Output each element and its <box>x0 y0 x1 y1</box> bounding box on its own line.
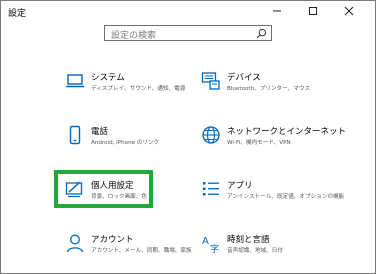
tile-phone[interactable]: 電話 Android, iPhone のリンク <box>65 125 175 161</box>
phone-icon <box>69 125 81 145</box>
tile-apps-title: アプリ <box>227 181 253 191</box>
svg-text:A: A <box>202 236 209 247</box>
laptop-icon <box>66 74 84 88</box>
tile-network-desc: Wi-Fi、機内モード、VPN <box>227 140 291 146</box>
tile-devices-title: デバイス <box>227 73 261 83</box>
tile-system-title: システム <box>91 73 125 83</box>
tile-devices[interactable]: デバイス Bluetooth、プリンター、マウス <box>201 71 311 107</box>
tile-accounts-title: アカウント <box>91 235 134 245</box>
tile-apps[interactable]: アプリ アンインストール、既定値、オプションの機能 <box>201 179 344 215</box>
svg-text:字: 字 <box>210 243 219 253</box>
tile-phone-title: 電話 <box>91 127 109 137</box>
search-placeholder: 設定の検索 <box>111 31 157 41</box>
tile-time-language[interactable]: A 字 時刻と言語 音声認識、地域、日付 <box>201 233 321 269</box>
maximize-icon <box>309 7 317 15</box>
window-title: 設定 <box>8 9 27 19</box>
tile-apps-desc: アンインストール、既定値、オプションの機能 <box>227 194 345 200</box>
tile-time-language-title: 時刻と言語 <box>227 235 270 245</box>
title-bar: 設定 <box>1 1 375 23</box>
keyboard-printer-icon <box>201 72 220 90</box>
tile-system-desc: ディスプレイ、サウンド、通知、電源 <box>91 86 186 92</box>
tile-system[interactable]: システム ディスプレイ、サウンド、通知、電源 <box>65 71 185 107</box>
tile-accounts-desc: アカウント、メール、同期、職場、家族 <box>91 248 192 254</box>
tile-devices-desc: Bluetooth、プリンター、マウス <box>227 86 311 92</box>
tile-phone-desc: Android, iPhone のリンク <box>91 140 160 146</box>
apps-list-icon <box>203 182 219 196</box>
tile-time-language-desc: 音声認識、地域、日付 <box>227 248 283 254</box>
language-icon: A 字 <box>202 236 219 253</box>
highlight-frame <box>54 170 153 208</box>
person-icon <box>66 234 84 253</box>
search-icon <box>256 28 267 39</box>
tile-accounts[interactable]: アカウント アカウント、メール、同期、職場、家族 <box>65 233 192 269</box>
maximize-button[interactable] <box>299 1 327 23</box>
close-icon <box>344 6 354 16</box>
settings-window: 設定 設定の検索 システム ディスプレイ、サウンド、通知、電源 デバイス Blu… <box>0 0 376 274</box>
minimize-button[interactable] <box>263 1 291 23</box>
close-button[interactable] <box>335 1 363 23</box>
scrollbar[interactable] <box>370 24 374 273</box>
minimize-icon <box>273 10 281 12</box>
tile-network-title: ネットワークとインターネット <box>227 127 347 137</box>
search-input[interactable]: 設定の検索 <box>104 25 272 41</box>
tile-network[interactable]: ネットワークとインターネット Wi-Fi、機内モード、VPN <box>201 125 346 161</box>
globe-icon <box>202 126 220 144</box>
